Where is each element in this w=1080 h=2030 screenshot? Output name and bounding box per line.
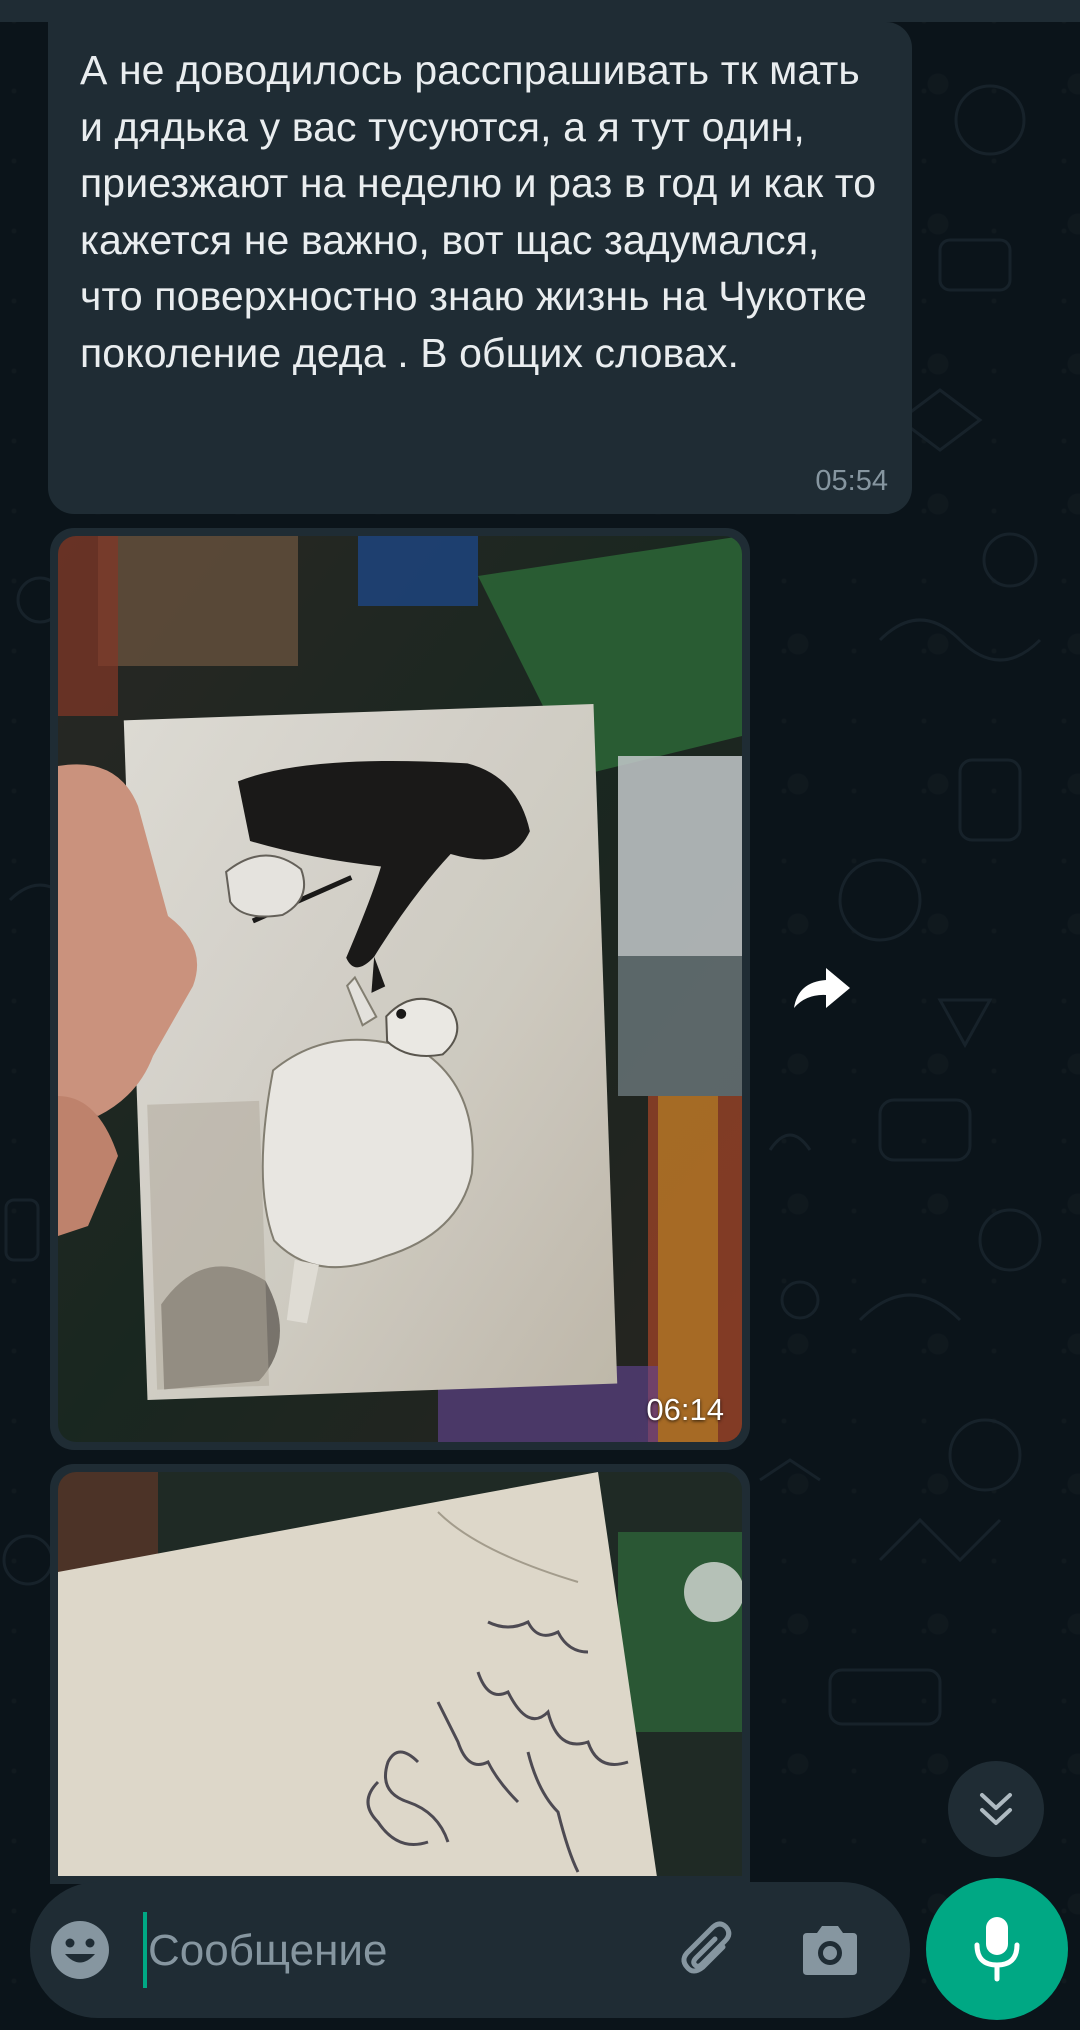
forward-button[interactable] — [790, 956, 854, 1020]
message-bubble-image[interactable]: 06:14 — [50, 528, 750, 1450]
top-strip — [0, 0, 1080, 22]
mic-button[interactable] — [926, 1878, 1068, 2020]
message-bubble-image[interactable] — [50, 1464, 750, 1884]
attach-button[interactable] — [670, 1912, 746, 1988]
emoji-icon — [51, 1921, 109, 1979]
photo-back-handwriting[interactable] — [58, 1472, 742, 1876]
message-time: 05:54 — [815, 465, 888, 497]
paperclip-icon — [681, 1921, 732, 1974]
mic-icon — [974, 1917, 1020, 1982]
emoji-button[interactable] — [46, 1916, 114, 1984]
message-input[interactable] — [146, 1908, 670, 1994]
camera-icon — [803, 1926, 857, 1975]
message-composer — [30, 1882, 910, 2018]
scroll-down-button[interactable] — [948, 1761, 1044, 1857]
photo-polar-bear-image — [58, 536, 742, 1442]
message-bubble-text[interactable]: А не доводилось расспрашивать тк мать и … — [48, 22, 912, 514]
message-time: 06:14 — [646, 1392, 724, 1427]
double-chevron-down-icon — [980, 1793, 1012, 1825]
camera-button[interactable] — [792, 1912, 868, 1988]
photo-polar-bear[interactable]: 06:14 — [58, 536, 742, 1442]
photo-back-handwriting-image — [58, 1472, 742, 1876]
message-text: А не доводилось расспрашивать тк мать и … — [80, 47, 877, 376]
forward-icon — [794, 968, 850, 1008]
